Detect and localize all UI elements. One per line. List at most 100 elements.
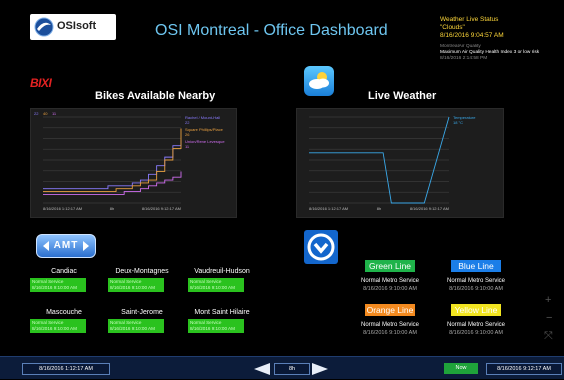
metro-line-label: Green Line	[365, 260, 415, 272]
metro-status-time: 8/16/2016 9:10:00 AM	[363, 286, 417, 292]
amt-status-time: 8/16/2016 9:10:00 AM	[32, 285, 77, 290]
bikes-grid	[43, 116, 181, 204]
metro-status-time: 8/16/2016 9:10:00 AM	[449, 286, 503, 292]
amt-station-name: Vaudreuil-Hudson	[194, 268, 250, 275]
time-range-bar: 8/16/2016 1:12:17 AM 8h Now 8/16/2016 9:…	[0, 356, 564, 379]
amt-station-name: Mascouche	[46, 309, 82, 316]
weather-title: Live Weather	[368, 90, 437, 102]
bikes-legend-name: Union/Rene Levesque	[185, 139, 225, 144]
osisoft-swirl-icon	[34, 17, 54, 37]
bikes-legend: Rachel / Mount-Hall22 Square Phillips/Pla…	[185, 115, 225, 149]
metro-status: Normal Metro Service 8/16/2016 9:10:00 AM	[442, 277, 510, 293]
amt-station-tile: Mont Saint Hilaire Normal Service 8/16/201…	[188, 309, 256, 333]
metro-status: Normal Metro Service 8/16/2016 9:10:00 AM	[356, 277, 424, 293]
bixi-logo-text: BIXI	[30, 76, 52, 90]
metro-status-time: 8/16/2016 9:10:00 AM	[363, 330, 417, 336]
weather-x-label: 8/16/2016 1:12:17 AM	[309, 206, 348, 211]
amt-station-name: Mont Saint Hilaire	[194, 309, 250, 316]
amt-station-tile: Saint-Jerome Normal Service 8/16/2016 9:10…	[108, 309, 176, 333]
bikes-x-labels: 8/16/2016 1:12:17 AM 8h 8/16/2016 9:12:17 …	[43, 206, 181, 211]
now-button[interactable]: Now	[444, 363, 478, 374]
bikes-legend-code: 11	[52, 111, 57, 116]
weather-live-status: Weather Live Status "Clouds" 8/16/2016 9…	[440, 16, 564, 40]
metro-line-tile: Blue Line Normal Metro Service 8/16/2016 9…	[442, 260, 510, 293]
amt-status-box: Normal Service 8/16/2016 9:10:00 AM	[108, 278, 164, 292]
amt-station-tile: Vaudreuil-Hudson Normal Service 8/16/2016 …	[188, 268, 256, 292]
arrow-left-icon	[254, 363, 270, 375]
cloud-sun-icon	[304, 66, 334, 96]
bikes-legend-value: 11	[185, 144, 190, 149]
zoom-in-icon: +	[545, 294, 552, 306]
previous-period-button[interactable]	[254, 362, 270, 380]
metro-status: Normal Metro Service 8/16/2016 9:10:00 AM	[442, 321, 510, 337]
weather-legend: Temperature18 °C	[453, 115, 476, 125]
duration-field[interactable]: 8h	[274, 363, 310, 375]
start-time-field[interactable]: 8/16/2016 1:12:17 AM	[22, 363, 110, 375]
bikes-legend-codes: 22 40 11	[34, 111, 57, 116]
bikes-legend-code: 40	[43, 111, 48, 116]
metro-status-text: Normal Metro Service	[446, 278, 505, 284]
bikes-series-line	[43, 171, 182, 195]
metro-status-text: Normal Metro Service	[446, 322, 505, 328]
amt-station-tile: Mascouche Normal Service 8/16/2016 9:10:00…	[30, 309, 98, 333]
amt-status-box: Normal Service 8/16/2016 9:10:00 AM	[188, 319, 244, 333]
weather-status-condition: "Clouds"	[440, 24, 465, 31]
metro-status-time: 8/16/2016 9:10:00 AM	[449, 330, 503, 336]
metro-line-label: Orange Line	[365, 304, 415, 316]
bikes-legend-name: Rachel / Mount-Hall	[185, 115, 220, 120]
air-quality: MontrealAir Quality Maximum Air Quality …	[440, 44, 564, 62]
amt-status-time: 8/16/2016 9:10:00 AM	[190, 285, 235, 290]
amt-status-box: Normal Service 8/16/2016 9:10:00 AM	[30, 278, 86, 292]
weather-x-label: 8h	[377, 206, 381, 211]
zoom-out-icon: −	[546, 312, 553, 324]
weather-status-label: Weather Live Status	[440, 16, 499, 23]
bikes-trend-chart[interactable]: 8/16/2016 1:12:17 AM 8h 8/16/2016 9:12:17 …	[30, 108, 237, 218]
end-time-field[interactable]: 8/16/2016 9:12:17 AM	[486, 363, 562, 375]
bikes-legend-value: 22	[185, 120, 190, 125]
next-period-button[interactable]	[312, 362, 328, 380]
air-quality-timestamp: 8/16/2016 2:14:58 PM	[440, 56, 488, 61]
bikes-title: Bikes Available Nearby	[95, 90, 216, 102]
zoom-in-button[interactable]: +	[545, 294, 551, 306]
zoom-out-button[interactable]: −	[546, 312, 552, 324]
bikes-x-label: 8h	[110, 206, 114, 211]
amt-status-box: Normal Service 8/16/2016 9:10:00 AM	[188, 278, 244, 292]
metro-status: Normal Metro Service 8/16/2016 9:10:00 AM	[356, 321, 424, 337]
metro-line-tile: Orange Line Normal Metro Service 8/16/2016…	[356, 304, 424, 337]
amt-logo-text: AMT	[53, 240, 79, 251]
metro-line-label: Blue Line	[451, 260, 501, 272]
amt-station-name: Deux-Montagnes	[115, 268, 169, 275]
weather-trend-chart[interactable]: 8/16/2016 1:12:17 AM 8h 8/16/2016 9:12:17 …	[296, 108, 504, 218]
bikes-legend-name: Square Phillips/Place	[185, 127, 224, 132]
arrow-right-icon	[312, 363, 328, 375]
amt-status-time: 8/16/2016 9:10:00 AM	[32, 326, 77, 331]
amt-status-time: 8/16/2016 9:10:00 AM	[190, 326, 235, 331]
amt-station-name: Saint-Jerome	[121, 309, 163, 316]
amt-station-tile: Candiac Normal Service 8/16/2016 9:10:00 A…	[30, 268, 98, 292]
bikes-legend-value: 26	[185, 132, 190, 137]
amt-status-time: 8/16/2016 9:10:00 AM	[110, 285, 155, 290]
amt-status-box: Normal Service 8/16/2016 9:10:00 AM	[30, 319, 86, 333]
amt-status-time: 8/16/2016 9:10:00 AM	[110, 326, 155, 331]
bikes-x-label: 8/16/2016 9:12:17 AM	[142, 206, 181, 211]
metro-line-tile: Yellow Line Normal Metro Service 8/16/2016…	[442, 304, 510, 337]
bixi-logo: BIXI	[30, 76, 52, 90]
metro-line-label: Yellow Line	[451, 304, 501, 316]
osisoft-logo-text: OSIsoft	[57, 20, 97, 32]
weather-status-timestamp: 8/16/2016 9:04:57 AM	[440, 32, 504, 39]
amt-station-name: Candiac	[51, 268, 77, 275]
metro-arrow-icon	[304, 230, 338, 264]
expand-icon: ⤧	[544, 330, 553, 342]
metro-status-text: Normal Metro Service	[360, 322, 419, 328]
amt-station-tile: Deux-Montagnes Normal Service 8/16/2016 9:…	[108, 268, 176, 292]
weather-x-label: 8/16/2016 9:12:17 AM	[410, 206, 449, 211]
metro-line-tile: Green Line Normal Metro Service 8/16/2016 …	[356, 260, 424, 293]
bikes-legend-code: 22	[34, 111, 39, 116]
weather-x-labels: 8/16/2016 1:12:17 AM 8h 8/16/2016 9:12:17 …	[309, 206, 449, 211]
osisoft-logo: OSIsoft	[30, 14, 116, 40]
weather-legend-value: 18 °C	[453, 120, 463, 125]
amt-logo: AMT	[36, 234, 96, 258]
amt-status-box: Normal Service 8/16/2016 9:10:00 AM	[108, 319, 164, 333]
expand-button[interactable]: ⤧	[544, 330, 553, 343]
bikes-x-label: 8/16/2016 1:12:17 AM	[43, 206, 82, 211]
